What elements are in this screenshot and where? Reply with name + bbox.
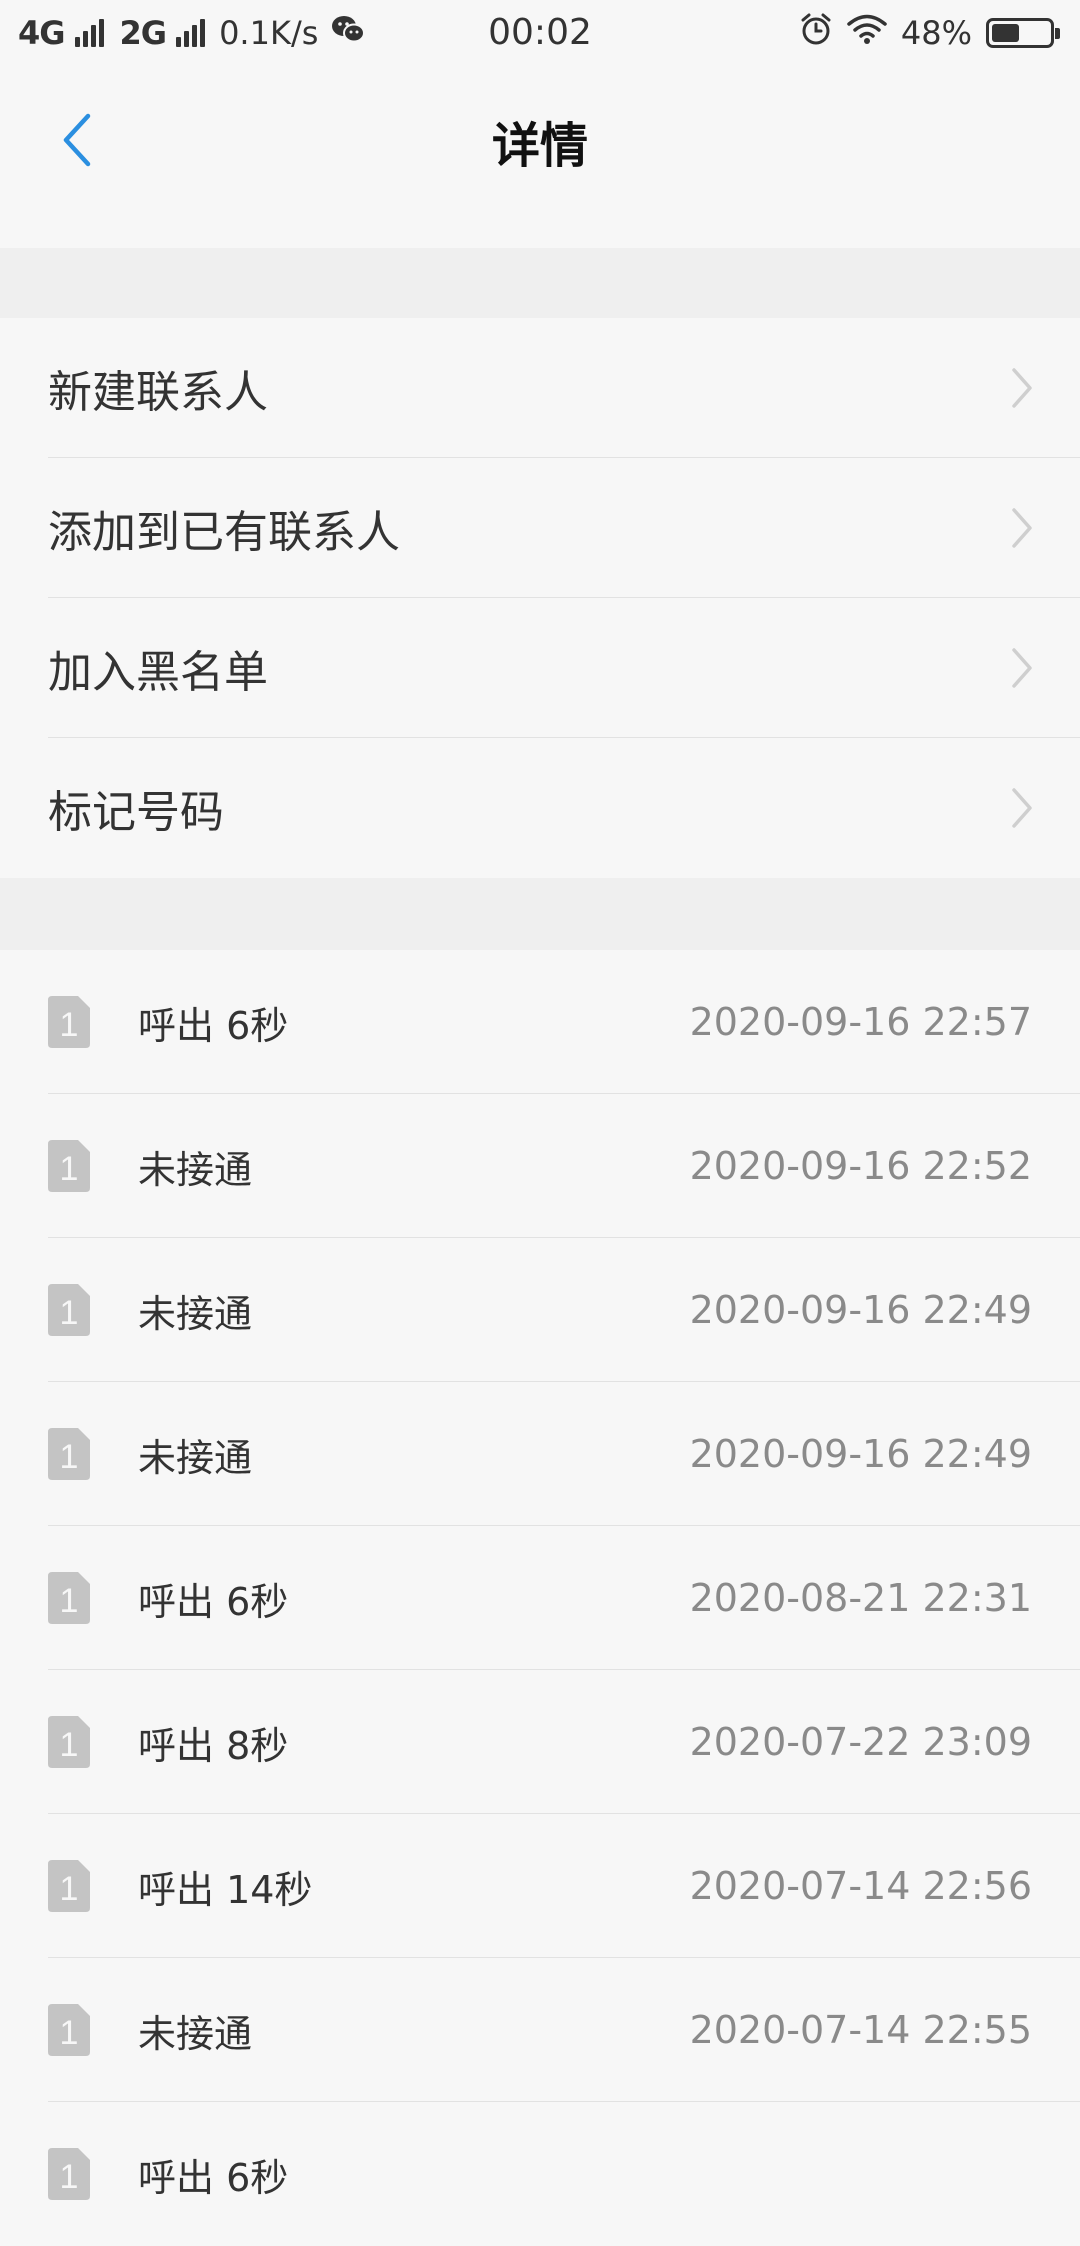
sim-card-icon: 1 <box>48 2148 90 2200</box>
call-log-row: 1 呼出 6秒 2020-08-21 22:31 <box>0 1526 1080 1670</box>
action-mark-number[interactable]: 标记号码 <box>0 738 1080 878</box>
sim-card-icon: 1 <box>48 1428 90 1480</box>
sim-number: 1 <box>60 1150 79 1188</box>
call-time: 2020-08-21 22:31 <box>689 1576 1032 1620</box>
call-log-row: 1 呼出 14秒 2020-07-14 22:56 <box>0 1814 1080 1958</box>
chevron-right-icon <box>1012 368 1032 408</box>
action-label: 加入黑名单 <box>48 647 268 698</box>
sim-card-icon: 1 <box>48 1860 90 1912</box>
call-log-row: 1 呼出 6秒 2020-09-16 22:57 <box>0 950 1080 1094</box>
call-log-row: 1 未接通 2020-09-16 22:49 <box>0 1238 1080 1382</box>
status-bar: 4G 2G 0.1K/s 00:02 48% <box>0 0 1080 72</box>
action-label: 添加到已有联系人 <box>48 507 400 558</box>
battery-fill <box>992 24 1019 42</box>
call-log-row: 1 呼出 6秒 <box>0 2102 1080 2246</box>
call-type: 呼出 6秒 <box>138 2155 289 2200</box>
sim-number: 1 <box>60 2014 79 2052</box>
call-type: 呼出 14秒 <box>138 1867 313 1912</box>
battery-percent: 48% <box>900 14 972 52</box>
header: 详情 <box>0 72 1080 248</box>
sim-number: 1 <box>60 1294 79 1332</box>
call-type: 未接通 <box>138 1291 253 1336</box>
chevron-right-icon <box>1012 508 1032 548</box>
action-add-to-blacklist[interactable]: 加入黑名单 <box>0 598 1080 738</box>
sim-card-icon: 1 <box>48 1572 90 1624</box>
call-type: 呼出 6秒 <box>138 1579 289 1624</box>
section-separator <box>0 248 1080 318</box>
sim-card-icon: 1 <box>48 1140 90 1192</box>
call-log-row: 1 呼出 8秒 2020-07-22 23:09 <box>0 1670 1080 1814</box>
sim-number: 1 <box>60 1582 79 1620</box>
chevron-right-icon <box>1012 788 1032 828</box>
status-right: 48% <box>799 12 1062 54</box>
battery-icon <box>986 18 1060 48</box>
chevron-right-icon <box>1012 648 1032 688</box>
call-type: 未接通 <box>138 2011 253 2056</box>
action-label: 新建联系人 <box>48 367 268 418</box>
call-type: 未接通 <box>138 1435 253 1480</box>
alarm-icon <box>799 12 833 54</box>
call-log-row: 1 未接通 2020-09-16 22:49 <box>0 1382 1080 1526</box>
sim-card-icon: 1 <box>48 1284 90 1336</box>
sim-number: 1 <box>60 1438 79 1476</box>
call-time: 2020-09-16 22:49 <box>689 1432 1032 1476</box>
call-time: 2020-07-22 23:09 <box>689 1720 1032 1764</box>
sim-card-icon: 1 <box>48 1716 90 1768</box>
call-time: 2020-09-16 22:57 <box>689 1000 1032 1044</box>
sim-card-icon: 1 <box>48 996 90 1048</box>
call-time: 2020-09-16 22:52 <box>689 1144 1032 1188</box>
sim-number: 1 <box>60 1726 79 1764</box>
sim-card-icon: 1 <box>48 2004 90 2056</box>
action-add-to-existing[interactable]: 添加到已有联系人 <box>0 458 1080 598</box>
action-list: 新建联系人 添加到已有联系人 加入黑名单 标记号码 <box>0 318 1080 878</box>
section-separator <box>0 878 1080 950</box>
call-time: 2020-09-16 22:49 <box>689 1288 1032 1332</box>
call-type: 未接通 <box>138 1147 253 1192</box>
call-log-row: 1 未接通 2020-07-14 22:55 <box>0 1958 1080 2102</box>
call-type: 呼出 8秒 <box>138 1723 289 1768</box>
call-time: 2020-07-14 22:55 <box>689 2008 1032 2052</box>
sim-number: 1 <box>60 2158 79 2196</box>
action-new-contact[interactable]: 新建联系人 <box>0 318 1080 458</box>
call-type: 呼出 6秒 <box>138 1003 289 1048</box>
wifi-icon <box>847 13 887 53</box>
sim-number: 1 <box>60 1006 79 1044</box>
call-log-list: 1 呼出 6秒 2020-09-16 22:57 1 未接通 2020-09-1… <box>0 950 1080 2246</box>
sim-number: 1 <box>60 1870 79 1908</box>
call-log-row: 1 未接通 2020-09-16 22:52 <box>0 1094 1080 1238</box>
action-label: 标记号码 <box>48 787 224 838</box>
page-title: 详情 <box>491 118 588 174</box>
call-time: 2020-07-14 22:56 <box>689 1864 1032 1908</box>
